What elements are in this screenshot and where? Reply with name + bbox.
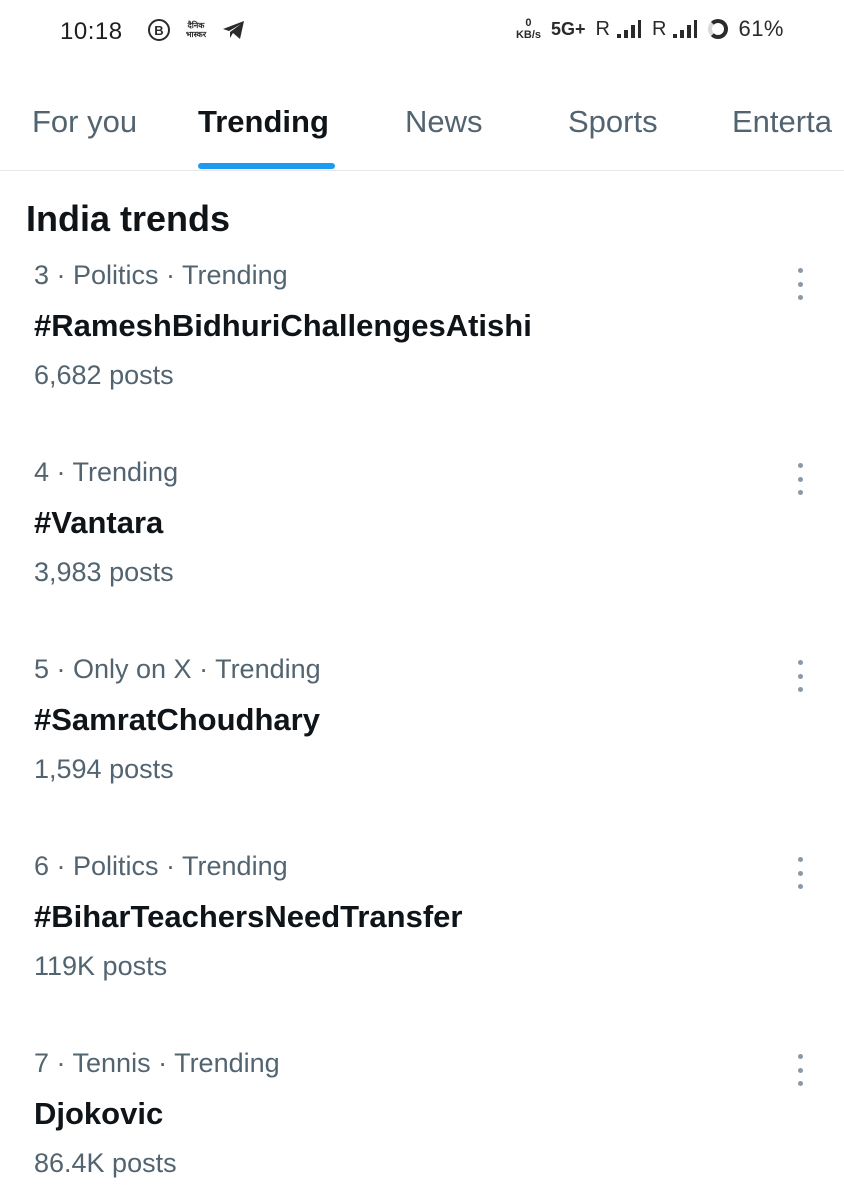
tab-entertainment[interactable]: Enterta [732,104,832,140]
more-vertical-icon [797,673,803,679]
trend-item[interactable]: 3 · Politics · Trending #RameshBidhuriCh… [0,260,844,457]
more-vertical-icon [797,1067,803,1073]
trend-meta: 5 · Only on X · Trending [34,654,321,684]
trend-item[interactable]: 7 · Tennis · Trending Djokovic 86.4K pos… [0,1048,844,1200]
network-type: 5G+ [551,18,586,39]
battery-ring-icon [708,19,729,39]
b-app-icon: B [148,19,170,41]
more-vertical-icon [797,857,803,862]
trend-name: #SamratChoudhary [34,702,320,737]
bhaskar-app-icon: दैनिक भास्कर [182,21,210,39]
more-vertical-icon [797,1054,803,1059]
network-speed-value: 0 [525,17,532,29]
trend-item[interactable]: 6 · Politics · Trending #BiharTeachersNe… [0,851,844,1048]
explore-tabs: For you Trending News Sports Enterta [0,90,844,171]
trend-list: 3 · Politics · Trending #RameshBidhuriCh… [0,258,844,1200]
tab-sports[interactable]: Sports [568,104,658,140]
more-options-button[interactable] [788,268,812,300]
sim1-roaming-label: R [595,17,610,40]
more-vertical-icon [797,687,803,692]
trend-post-count: 6,682 posts [34,360,174,390]
more-vertical-icon [797,295,803,300]
tab-news[interactable]: News [405,104,483,140]
trend-name: #Vantara [34,505,164,540]
more-vertical-icon [797,463,803,468]
status-notification-icons: B दैनिक भास्कर [148,19,246,41]
active-tab-indicator [198,163,335,169]
trend-post-count: 3,983 posts [34,557,174,587]
more-vertical-icon [797,660,803,665]
trend-meta: 4 · Trending [34,457,179,487]
telegram-icon [223,21,244,39]
more-options-button[interactable] [788,857,812,889]
sim2-roaming-label: R [652,17,667,40]
status-system-icons: 0 KB/s 5G+ R R 61% [516,16,784,42]
more-vertical-icon [797,1081,803,1086]
bhaskar-line-1: दैनिक [187,21,205,30]
more-vertical-icon [797,281,803,287]
trend-post-count: 1,594 posts [34,754,174,784]
more-vertical-icon [797,884,803,889]
signal-bars-icon [617,20,641,38]
trend-meta: 6 · Politics · Trending [34,851,288,881]
trend-item[interactable]: 4 · Trending #Vantara 3,983 posts [0,457,844,654]
battery-percentage: 61% [738,16,784,41]
trend-name: #RameshBidhuriChallengesAtishi [34,308,532,343]
tab-for-you[interactable]: For you [32,104,137,140]
network-speed-unit: KB/s [515,29,542,41]
more-vertical-icon [797,870,803,876]
signal-bars-icon [673,20,698,38]
more-options-button[interactable] [788,660,812,692]
bhaskar-line-2: भास्कर [185,30,207,39]
network-speed: 0 KB/s [516,17,541,41]
trend-post-count: 119K posts [34,951,168,981]
tab-trending[interactable]: Trending [198,104,329,140]
more-options-button[interactable] [788,1054,812,1086]
trend-post-count: 86.4K posts [34,1148,177,1178]
trend-item[interactable]: 5 · Only on X · Trending #SamratChoudhar… [0,654,844,851]
status-time: 10:18 [60,18,123,45]
status-bar: 10:18 B दैनिक भास्कर 0 KB/s 5G+ R R 61% [0,0,844,66]
trend-name: Djokovic [34,1096,164,1131]
more-vertical-icon [797,490,803,495]
trend-meta: 3 · Politics · Trending [34,260,288,290]
section-title: India trends [26,198,231,239]
trend-name: #BiharTeachersNeedTransfer [34,899,463,934]
more-vertical-icon [797,268,803,273]
trend-meta: 7 · Tennis · Trending [34,1048,280,1078]
more-vertical-icon [797,476,803,482]
more-options-button[interactable] [788,463,812,495]
